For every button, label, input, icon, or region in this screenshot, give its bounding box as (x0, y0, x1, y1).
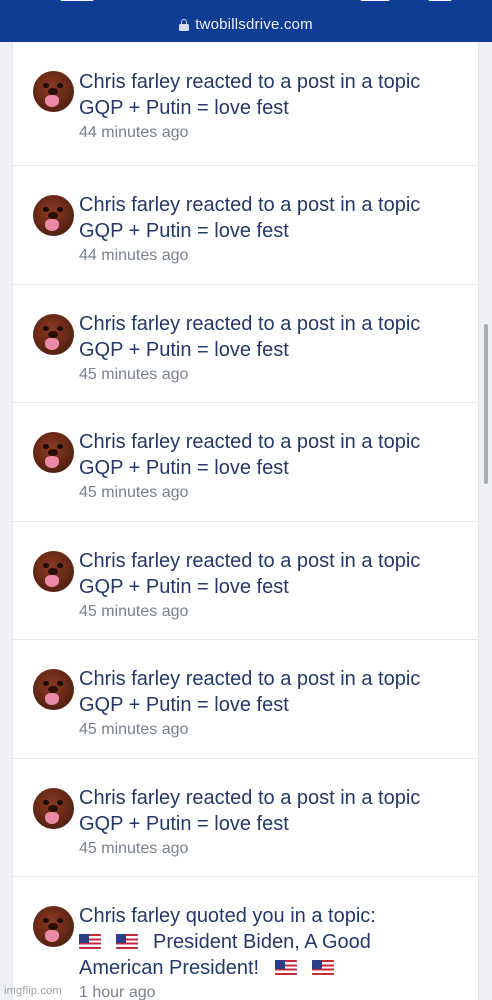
browser-address-bar[interactable]: twobillsdrive.com (0, 0, 492, 42)
scrollbar[interactable] (484, 324, 488, 484)
list-item[interactable]: Chris farley reacted to a post in a topi… (13, 522, 478, 640)
timestamp: 45 minutes ago (79, 602, 189, 620)
us-flag-icon (312, 960, 335, 975)
watermark: imgflip.com (4, 985, 62, 997)
avatar[interactable] (33, 669, 74, 710)
list-item-quote[interactable]: Chris farley quoted you in a topic: Pres… (13, 877, 478, 1000)
timestamp: 44 minutes ago (79, 124, 189, 141)
list-item[interactable]: Chris farley reacted to a post in a topi… (13, 640, 478, 759)
topic-title-text-cont: American President! (79, 957, 260, 979)
list-item[interactable]: Chris farley reacted to a post in a topi… (13, 42, 478, 166)
notification-text[interactable]: Chris farley reacted to a post in a topi… (79, 785, 468, 811)
timestamp: 45 minutes ago (79, 839, 189, 857)
us-flag-icon (275, 960, 298, 975)
topic-title[interactable]: GQP + Putin = love fest (79, 455, 468, 481)
avatar[interactable] (33, 787, 74, 829)
topic-title-text: President Biden, A Good (153, 931, 371, 953)
avatar[interactable] (33, 906, 74, 947)
lock-icon (179, 18, 190, 31)
notification-list: Chris farley reacted to a post in a topi… (12, 42, 479, 1000)
timestamp: 44 minutes ago (79, 247, 189, 264)
timestamp: 45 minutes ago (79, 484, 189, 501)
topic-title[interactable]: GQP + Putin = love fest (79, 574, 468, 600)
url-text: twobillsdrive.com (195, 16, 313, 33)
timestamp: 45 minutes ago (79, 365, 189, 383)
timestamp: 1 hour ago (79, 984, 156, 1000)
notification-text[interactable]: Chris farley reacted to a post in a topi… (79, 429, 468, 455)
url-display[interactable]: twobillsdrive.com (179, 16, 313, 33)
avatar[interactable] (33, 313, 74, 355)
topic-title-line2[interactable]: American President! (79, 955, 468, 981)
notification-text[interactable]: Chris farley reacted to a post in a topi… (79, 311, 468, 337)
list-item[interactable]: Chris farley reacted to a post in a topi… (13, 285, 478, 403)
topic-title[interactable]: GQP + Putin = love fest (79, 218, 468, 244)
topic-title-line1[interactable]: President Biden, A Good (79, 929, 468, 955)
topic-title[interactable]: GQP + Putin = love fest (79, 692, 468, 718)
notification-text[interactable]: Chris farley reacted to a post in a topi… (79, 192, 468, 218)
topic-title[interactable]: GQP + Putin = love fest (79, 811, 468, 837)
us-flag-icon (79, 934, 101, 949)
avatar[interactable] (33, 71, 74, 112)
notification-text[interactable]: Chris farley reacted to a post in a topi… (79, 666, 468, 692)
list-item[interactable]: Chris farley reacted to a post in a topi… (13, 403, 478, 522)
avatar[interactable] (33, 432, 74, 473)
avatar[interactable] (33, 550, 74, 592)
list-item[interactable]: Chris farley reacted to a post in a topi… (13, 759, 478, 877)
avatar[interactable] (33, 195, 74, 236)
us-flag-icon (116, 934, 138, 949)
topic-title[interactable]: GQP + Putin = love fest (79, 337, 468, 363)
timestamp: 45 minutes ago (79, 721, 189, 738)
notification-text[interactable]: Chris farley reacted to a post in a topi… (79, 548, 468, 574)
list-item[interactable]: Chris farley reacted to a post in a topi… (13, 166, 478, 285)
notification-text[interactable]: Chris farley quoted you in a topic: (79, 903, 468, 929)
notification-text[interactable]: Chris farley reacted to a post in a topi… (79, 69, 468, 95)
status-bar-fragments (0, 0, 492, 4)
topic-title[interactable]: GQP + Putin = love fest (79, 95, 468, 121)
